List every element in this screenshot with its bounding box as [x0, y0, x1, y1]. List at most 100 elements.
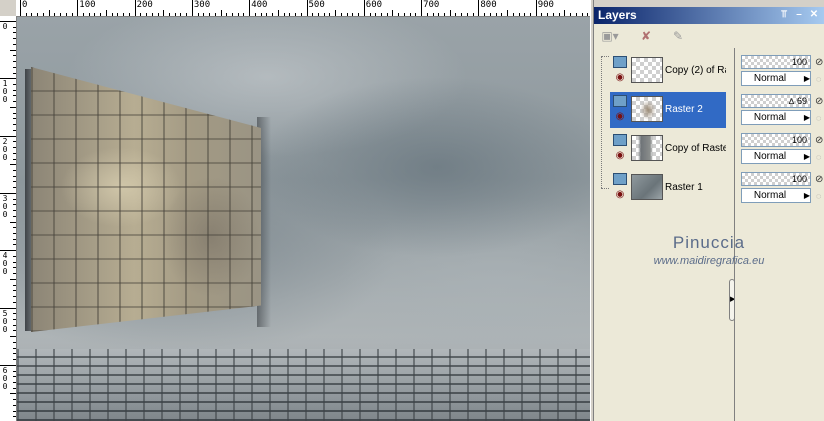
ruler-tick: [77, 0, 79, 16]
layer-type-icon: [613, 56, 627, 68]
palette-title: Layers: [598, 8, 637, 22]
ruler-tick: [13, 301, 16, 303]
ruler-tick: [65, 13, 67, 16]
layer-row[interactable]: ◉ Copy of Raster: [610, 131, 726, 167]
ruler-tick: [226, 13, 228, 16]
eye-icon[interactable]: ◉: [613, 190, 627, 200]
link-icon[interactable]: ⊘: [815, 135, 824, 147]
dropdown-arrow-icon[interactable]: ▶: [803, 73, 811, 84]
ruler-tick: [13, 61, 16, 63]
ruler-tick: [163, 10, 165, 16]
ruler-tick: [174, 13, 176, 16]
ruler-tick: [558, 13, 560, 16]
ruler-label: 6 0 0: [2, 365, 8, 391]
pin-icon[interactable]: ⫪: [778, 9, 790, 21]
vertical-ruler: 0 1 0 0 2 0 0 3 0 0 4 0 0 5 0 0 6 0 0: [0, 16, 17, 421]
opacity-field[interactable]: ∆ 69: [741, 94, 811, 108]
lock-icon[interactable]: ◌: [816, 112, 824, 124]
ruler-tick: [575, 13, 577, 16]
eye-icon[interactable]: ◉: [613, 151, 627, 161]
ruler-tick: [570, 13, 572, 16]
palette-titlebar[interactable]: Layers ⫪ – ✕: [594, 7, 824, 24]
ruler-tick: [203, 13, 205, 16]
opacity-field[interactable]: 100: [741, 55, 811, 69]
opacity-value: 100: [791, 174, 807, 184]
ruler-tick: [71, 13, 73, 16]
tree-line: [601, 188, 609, 189]
link-icon[interactable]: ⊘: [815, 96, 824, 108]
ruler-tick: [111, 13, 113, 16]
ruler-tick: [31, 13, 33, 16]
opacity-field[interactable]: 100: [741, 133, 811, 147]
dropdown-arrow-icon[interactable]: ▶: [803, 151, 811, 162]
link-icon[interactable]: ⊘: [815, 174, 824, 186]
ruler-tick: [60, 13, 62, 16]
ruler-tick: [13, 296, 16, 298]
ruler-tick: [13, 72, 16, 74]
ruler-tick: [13, 261, 16, 263]
delete-layer-icon[interactable]: ✘: [638, 27, 654, 45]
ruler-tick: [358, 13, 360, 16]
new-layer-icon[interactable]: ▣▾: [600, 27, 620, 45]
ruler-tick: [13, 32, 16, 34]
ruler-tick: [197, 13, 199, 16]
ruler-tick: [10, 106, 16, 108]
palette-top-strip: [594, 0, 824, 7]
ruler-tick: [392, 10, 394, 16]
layers-toolbar: ▣▾ ✘ ✎: [594, 24, 824, 49]
edit-selection-icon[interactable]: ✎: [670, 27, 686, 45]
ruler-tick: [94, 13, 96, 16]
image-canvas[interactable]: [17, 17, 590, 421]
layer-name: Copy (2) of Raster: [665, 65, 726, 76]
ruler-tick: [20, 0, 21, 16]
layer-props-row: ∆ 69 Normal ▶ ⊘ ◌: [741, 94, 824, 128]
ruler-tick: [340, 13, 342, 16]
ruler-tick: [524, 13, 526, 16]
canvas-area[interactable]: 0 100 200 300 400 500 600 700 800 900 0 1 0 0 2 0 0…: [0, 0, 590, 421]
ruler-tick: [283, 13, 285, 16]
ruler-tick: [42, 13, 44, 16]
ruler-tick: [461, 13, 463, 16]
ruler-tick: [117, 13, 119, 16]
ruler-tick: [13, 233, 16, 234]
ruler-tick: [529, 13, 531, 16]
eye-icon[interactable]: ◉: [613, 73, 627, 83]
ruler-label: 700: [423, 0, 440, 10]
lock-icon[interactable]: ◌: [816, 151, 824, 163]
eye-icon[interactable]: ◉: [613, 112, 627, 122]
ruler-tick: [495, 13, 497, 16]
layer-row[interactable]: ◉ Raster 1: [610, 170, 726, 206]
ruler-label: 400: [251, 0, 268, 10]
blend-mode-select[interactable]: Normal: [741, 188, 811, 203]
opacity-slider-icon[interactable]: ∆: [789, 98, 797, 106]
ruler-tick: [13, 290, 16, 292]
ruler-tick: [25, 13, 27, 16]
lock-icon[interactable]: ◌: [816, 190, 824, 202]
layer-thumbnail: [631, 57, 663, 83]
ruler-tick: [346, 13, 348, 16]
layer-row-selected[interactable]: ◉ Raster 2: [610, 92, 726, 128]
ruler-tick: [13, 112, 16, 114]
ruler-tick: [254, 13, 256, 16]
minimize-icon[interactable]: –: [793, 9, 805, 21]
ruler-tick: [37, 13, 39, 16]
link-icon[interactable]: ⊘: [815, 57, 824, 69]
ruler-tick: [466, 13, 468, 16]
dropdown-arrow-icon[interactable]: ▶: [803, 112, 811, 123]
ruler-tick: [386, 13, 388, 16]
watermark-url: www.maidiregrafica.eu: [653, 255, 765, 267]
ruler-tick: [312, 13, 314, 16]
opacity-field[interactable]: 100: [741, 172, 811, 186]
blend-mode-select[interactable]: Normal: [741, 149, 811, 164]
blend-mode-select[interactable]: Normal: [741, 110, 811, 125]
ruler-tick: [157, 13, 159, 16]
ruler-tick: [249, 0, 251, 16]
close-icon[interactable]: ✕: [808, 9, 820, 21]
ruler-tick: [13, 410, 16, 412]
dropdown-arrow-icon[interactable]: ▶: [803, 190, 811, 201]
ruler-tick: [13, 152, 16, 154]
blend-mode-select[interactable]: Normal: [741, 71, 811, 86]
ruler-tick: [13, 101, 16, 103]
lock-icon[interactable]: ◌: [816, 73, 824, 85]
layer-row[interactable]: ◉ Copy (2) of Raster: [610, 53, 726, 89]
